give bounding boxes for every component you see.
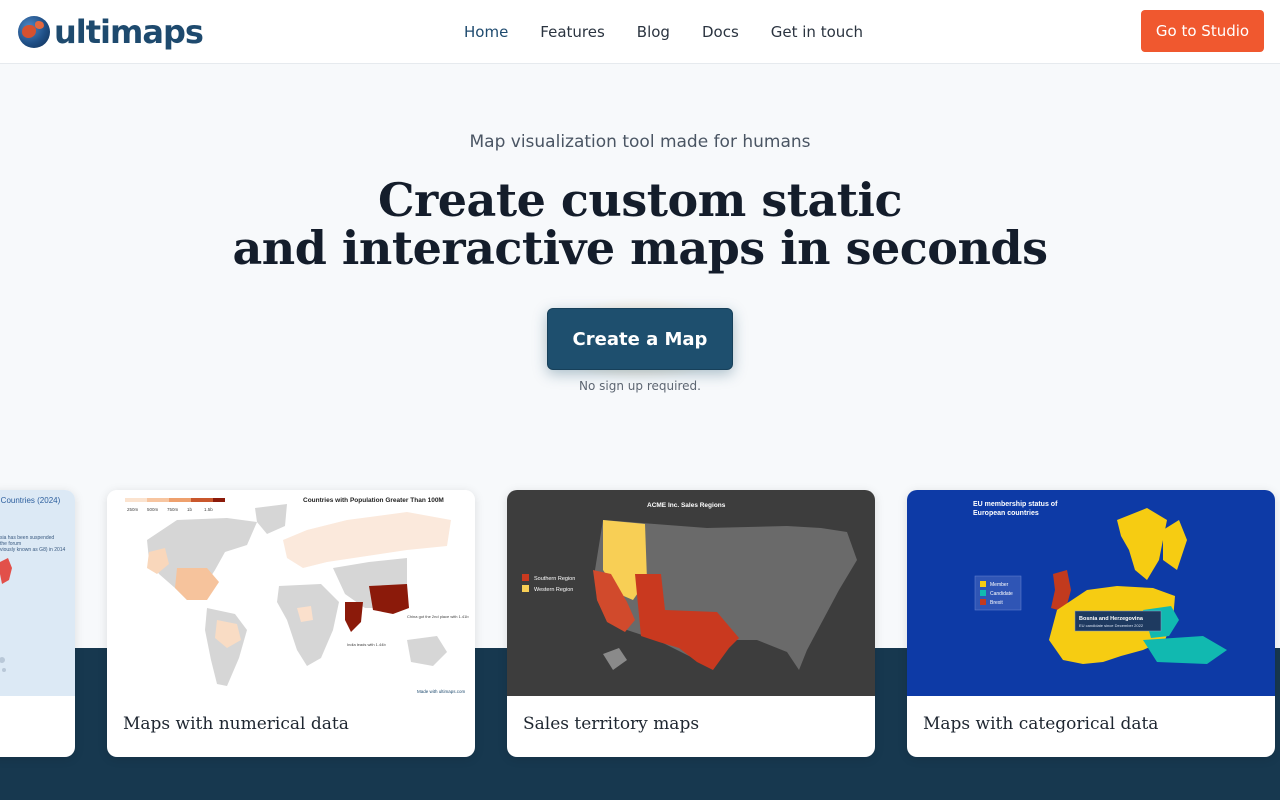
- legend-member: Member: [990, 582, 1009, 588]
- legend-swatch-west: [522, 585, 529, 592]
- legend-tick: 750m: [167, 507, 179, 512]
- legend-swatch-south: [522, 574, 529, 581]
- credit-text: Made with ultimaps.com: [417, 689, 466, 694]
- legend-swatch: [169, 498, 191, 502]
- card-image: ACME Inc. Sales Regions Southern Region …: [507, 490, 875, 696]
- example-card-sales[interactable]: ACME Inc. Sales Regions Southern Region …: [507, 490, 875, 757]
- australia-shape: [407, 636, 447, 666]
- map-title: Countries with Population Greater Than 1…: [303, 497, 444, 504]
- legend-tick: 250m: [127, 507, 139, 512]
- scandinavia-shape: [1117, 508, 1167, 580]
- map-title: ACME Inc. Sales Regions: [647, 502, 726, 509]
- legend-swatch: [213, 498, 225, 502]
- nav-get-in-touch[interactable]: Get in touch: [771, 20, 863, 44]
- eu-map-preview: EU membership status of European countri…: [973, 501, 1227, 664]
- russia-shape: [283, 512, 451, 568]
- legend-west: Western Region: [534, 587, 573, 593]
- legend-tick: 1b: [187, 507, 193, 512]
- create-map-button[interactable]: Create a Map: [547, 308, 733, 370]
- headline-line-2: and interactive maps in seconds: [232, 221, 1049, 275]
- legend-tick: 500m: [147, 507, 159, 512]
- legend-brexit: Brexit: [990, 600, 1003, 606]
- turkey-shape: [1143, 636, 1227, 664]
- map-title-line2: European countries: [973, 510, 1039, 517]
- cta-note: No sign up required.: [579, 379, 701, 393]
- legend-swatch-candidate: [980, 590, 986, 596]
- legend-swatch-member: [980, 581, 986, 587]
- legend-swatch-brexit: [980, 599, 986, 605]
- greenland-shape: [255, 504, 287, 534]
- island-shape: [2, 668, 6, 672]
- legend-tick: 1.5b: [204, 507, 213, 512]
- island-shape: [0, 657, 5, 663]
- annotation-china: China got the 2nd place with 1.41b: [407, 614, 469, 619]
- card-image: 250m 500m 750m 1b 1.5b Countries with Po…: [107, 490, 475, 696]
- card-label: Sales territory maps: [523, 714, 700, 734]
- population-map-preview: 250m 500m 750m 1b 1.5b Countries with Po…: [125, 497, 469, 694]
- india-shape: [345, 602, 363, 632]
- nav-docs[interactable]: Docs: [702, 20, 739, 44]
- legend-south: Southern Region: [534, 576, 575, 582]
- example-card-numerical[interactable]: 250m 500m 750m 1b 1.5b Countries with Po…: [107, 490, 475, 757]
- legend-swatch: [147, 498, 169, 502]
- example-card-g7[interactable]: 7 Countries (2024) sia has been suspende…: [0, 490, 75, 757]
- map-note: viously known as G8) in 2014: [0, 547, 66, 553]
- japan-shape: [0, 558, 12, 584]
- logo-text: ultimaps: [54, 13, 204, 51]
- nav-blog[interactable]: Blog: [637, 20, 670, 44]
- nav-home[interactable]: Home: [464, 20, 508, 44]
- hero-tagline: Map visualization tool made for humans: [469, 132, 811, 152]
- hero-headline: Create custom static and interactive map…: [0, 176, 1280, 272]
- legend-candidate: Candidate: [990, 591, 1013, 597]
- map-title: 7 Countries (2024): [0, 496, 61, 505]
- africa-shape: [277, 584, 339, 666]
- tooltip-subtitle: EU candidate since December 2022: [1079, 623, 1144, 628]
- legend-swatch: [191, 498, 213, 502]
- card-label: Maps with categorical data: [923, 714, 1159, 734]
- site-header: ultimaps Home Features Blog Docs Get in …: [0, 0, 1280, 64]
- card-image: EU membership status of European countri…: [907, 490, 1275, 696]
- map-title-line1: EU membership status of: [973, 501, 1058, 508]
- g7-map-preview: 7 Countries (2024) sia has been suspende…: [0, 496, 66, 672]
- finland-shape: [1163, 520, 1187, 570]
- globe-icon: [18, 16, 50, 48]
- go-to-studio-button[interactable]: Go to Studio: [1141, 10, 1264, 52]
- annotation-india: India leads with 1.44b: [347, 642, 386, 647]
- logo[interactable]: ultimaps: [18, 12, 204, 52]
- headline-line-1: Create custom static: [377, 173, 903, 227]
- sales-map-preview: ACME Inc. Sales Regions Southern Region …: [522, 502, 857, 670]
- china-shape: [369, 584, 409, 614]
- card-image: 7 Countries (2024) sia has been suspende…: [0, 490, 75, 696]
- card-label: Maps with numerical data: [123, 714, 349, 734]
- nav-features[interactable]: Features: [540, 20, 605, 44]
- main-nav: Home Features Blog Docs Get in touch: [464, 20, 895, 44]
- example-card-categorical[interactable]: EU membership status of European countri…: [907, 490, 1275, 757]
- tooltip-title: Bosnia and Herzegovina: [1079, 616, 1144, 622]
- alaska-shape: [603, 648, 627, 670]
